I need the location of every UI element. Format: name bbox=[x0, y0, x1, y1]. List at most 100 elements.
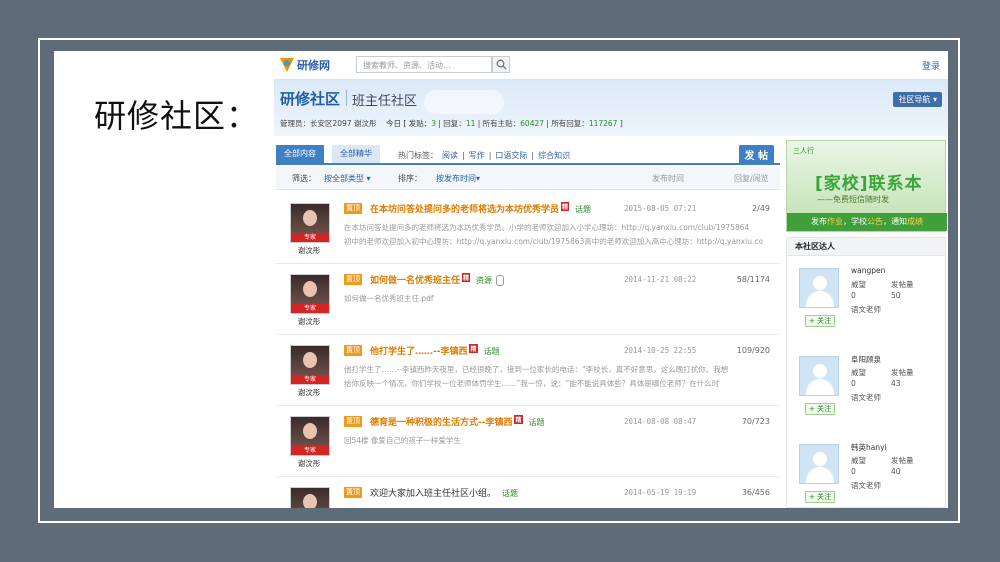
search-input[interactable]: 搜索教师、资源、活动... bbox=[356, 56, 492, 73]
post-type: 资源 bbox=[476, 276, 493, 285]
community-header: 研修社区 班主任社区 社区导航 ▾ 管理员：长安区2097 谢汶彤 今日 [ 发… bbox=[274, 80, 948, 136]
author-avatar[interactable]: 专家 bbox=[290, 203, 330, 243]
post-type: 话题 bbox=[483, 347, 500, 356]
hot-tag[interactable]: 口语交际 bbox=[495, 151, 527, 160]
community-title[interactable]: 研修社区 bbox=[280, 88, 340, 109]
filter-type-select[interactable]: 按全部类型 ▾ bbox=[324, 173, 371, 184]
community-subtitle: 班主任社区 bbox=[352, 94, 418, 109]
author-avatar[interactable]: 专家 bbox=[290, 274, 330, 314]
post-row: 专家 谢汶彤 置顶 在本坊问答处提问多的老师将选为本坊优秀学员精话题 2015-… bbox=[276, 193, 780, 264]
post-date: 2014-08-08 08:47 bbox=[624, 417, 697, 426]
post-row: 置顶 欢迎大家加入班主任社区小组。 话题 2014-05-19 19:19 36/… bbox=[276, 477, 780, 508]
sidebar: 三人行 [家校]联系本 ——免费短信随时发 发布作业，学校公告，通知成绩 本社区… bbox=[786, 137, 948, 508]
hot-tag[interactable]: 综合知识 bbox=[538, 151, 570, 160]
expert-avatar[interactable] bbox=[799, 268, 839, 308]
search-button[interactable] bbox=[492, 56, 510, 73]
expert-tag: 专家 bbox=[291, 375, 329, 384]
expert-item: + 关注 阜阳顾泉 威望 发帖量 0 43 语文老师 bbox=[787, 348, 945, 436]
expert-item: + 关注 韩英hanyi 威望 发帖量 0 40 语文老师 bbox=[787, 436, 945, 508]
expert-tag: 专家 bbox=[291, 233, 329, 242]
admin-label: 管理员： bbox=[280, 119, 310, 128]
post-date: 2014-10-25 22:55 bbox=[624, 346, 697, 355]
post-title-link[interactable]: 在本坊问答处提问多的老师将选为本坊优秀学员 bbox=[370, 205, 559, 215]
post-type: 话题 bbox=[575, 205, 592, 214]
today-replies: 11 bbox=[465, 119, 476, 128]
expert-name[interactable]: wangpen bbox=[851, 266, 885, 275]
search-icon bbox=[496, 59, 507, 70]
slide-title: 研修社区： bbox=[94, 97, 260, 135]
prestige-value: 0 bbox=[851, 379, 856, 388]
attachment-icon bbox=[496, 275, 505, 286]
post-reply-count: 109/920 bbox=[736, 346, 770, 355]
ad-bar-highlight: 公告 bbox=[867, 217, 883, 226]
title-divider bbox=[346, 90, 347, 106]
author-avatar[interactable] bbox=[290, 487, 330, 508]
author-name[interactable]: 谢汶彤 bbox=[290, 458, 328, 469]
post-title-line: 欢迎大家加入班主任社区小组。 话题 bbox=[370, 486, 518, 499]
site-logo[interactable]: 研修网 bbox=[280, 57, 330, 73]
new-post-button[interactable]: 发 帖 bbox=[738, 145, 774, 164]
ad-headline: [家校]联系本 bbox=[815, 174, 923, 194]
expert-tag: 专家 bbox=[291, 304, 329, 313]
all-replies-label: | 所有回复： bbox=[544, 119, 589, 128]
tab-all-content[interactable]: 全部内容 bbox=[276, 145, 324, 163]
post-count-label: 发帖量 bbox=[891, 280, 914, 289]
post-count-value: 50 bbox=[891, 291, 901, 300]
cloud-decoration bbox=[424, 90, 504, 114]
prestige-label: 威望 bbox=[851, 280, 866, 289]
excerpt-line: 他打学生了……--李镇西昨天夜里，已经很晚了，接到一位家长的电话：“李校长，真不… bbox=[344, 365, 729, 374]
ad-bar-highlight: 作业 bbox=[827, 217, 843, 226]
hot-tag[interactable]: 阅读 bbox=[442, 151, 458, 160]
expert-item: + 关注 wangpen 威望 发帖量 0 50 语文老师 bbox=[787, 260, 945, 348]
sort-select[interactable]: 按发布时间▾ bbox=[436, 173, 480, 184]
community-nav-button[interactable]: 社区导航 ▾ bbox=[893, 92, 942, 107]
pinned-badge: 置顶 bbox=[344, 416, 362, 427]
featured-badge: 精 bbox=[514, 415, 523, 424]
post-reply-count: 36/456 bbox=[741, 488, 770, 497]
post-reply-count: 2/49 bbox=[752, 204, 770, 213]
post-reply-count: 58/1174 bbox=[736, 275, 770, 284]
post-excerpt: 回54楼 像爱自己的孩子一样爱学生 bbox=[344, 434, 770, 448]
author-name[interactable]: 谢汶彤 bbox=[290, 316, 328, 327]
author-avatar[interactable]: 专家 bbox=[290, 416, 330, 456]
community-stats: 管理员：长安区2097 谢汶彤 今日 [ 发贴：3 | 回复：11 | 所有主贴… bbox=[280, 118, 623, 129]
pinned-badge: 置顶 bbox=[344, 203, 362, 214]
post-title-link[interactable]: 欢迎大家加入班主任社区小组。 bbox=[370, 489, 496, 499]
ad-bar-text: ，通知 bbox=[883, 217, 907, 226]
post-excerpt: 他打学生了……--李镇西昨天夜里，已经很晚了，接到一位家长的电话：“李校长，真不… bbox=[344, 363, 770, 391]
login-link[interactable]: 登录 bbox=[922, 59, 940, 72]
filter-label: 筛选： bbox=[292, 174, 316, 183]
post-title-link[interactable]: 德育是一种积极的生活方式--李镇西 bbox=[370, 418, 512, 428]
hot-tag[interactable]: 写作 bbox=[469, 151, 485, 160]
author-name[interactable]: 谢汶彤 bbox=[290, 387, 328, 398]
prestige-value: 0 bbox=[851, 467, 856, 476]
post-title-line: 德育是一种积极的生活方式--李镇西精话题 bbox=[370, 415, 545, 428]
ad-banner[interactable]: 三人行 [家校]联系本 ——免费短信随时发 发布作业，学校公告，通知成绩 bbox=[786, 140, 947, 232]
post-reply-count: 70/723 bbox=[741, 417, 770, 426]
tab-featured[interactable]: 全部精华 bbox=[332, 145, 380, 163]
author-avatar[interactable]: 专家 bbox=[290, 345, 330, 385]
all-replies: 117267 bbox=[588, 119, 618, 128]
excerpt-line: 如何做一名优秀班主任.pdf bbox=[344, 294, 434, 303]
expert-name[interactable]: 阜阳顾泉 bbox=[851, 354, 881, 365]
post-excerpt: 在本坊问答处提问多的老师将选为本坊优秀学员。小学的老师欢迎加入小学心理坊：htt… bbox=[344, 221, 770, 249]
admin-values[interactable]: 长安区2097 谢汶彤 bbox=[310, 119, 376, 128]
follow-button[interactable]: + 关注 bbox=[805, 491, 836, 503]
post-title-link[interactable]: 他打学生了……--李镇西 bbox=[370, 347, 467, 357]
prestige-label: 威望 bbox=[851, 368, 866, 377]
post-row: 专家 谢汶彤 置顶 他打学生了……--李镇西精话题 2014-10-25 22:… bbox=[276, 335, 780, 406]
ad-logo: 三人行 bbox=[793, 147, 814, 155]
featured-badge: 精 bbox=[561, 202, 570, 211]
expert-name[interactable]: 韩英hanyi bbox=[851, 442, 887, 453]
post-excerpt: 如何做一名优秀班主任.pdf bbox=[344, 292, 770, 306]
post-title-link[interactable]: 如何做一名优秀班主任 bbox=[370, 276, 460, 286]
post-list-column: 全部内容 全部精华 热门标签： 阅读 | 写作 | 口语交际 | 综合知识 发 帖 筛选： 按… bbox=[274, 137, 782, 508]
expert-avatar[interactable] bbox=[799, 356, 839, 396]
follow-button[interactable]: + 关注 bbox=[805, 403, 836, 415]
expert-role: 语文老师 bbox=[851, 481, 881, 490]
post-title-line: 在本坊问答处提问多的老师将选为本坊优秀学员精话题 bbox=[370, 202, 591, 215]
expert-avatar[interactable] bbox=[799, 444, 839, 484]
follow-button[interactable]: + 关注 bbox=[805, 315, 836, 327]
expert-role: 语文老师 bbox=[851, 305, 881, 314]
author-name[interactable]: 谢汶彤 bbox=[290, 245, 328, 256]
